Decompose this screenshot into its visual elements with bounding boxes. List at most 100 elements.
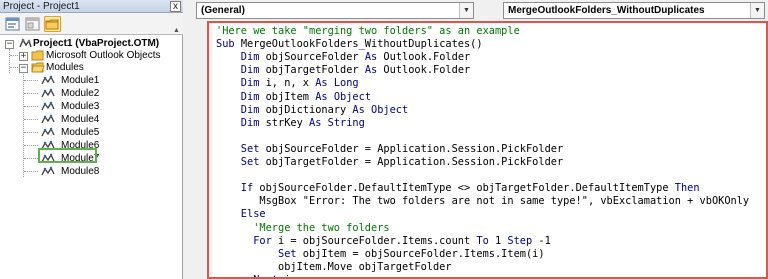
code-line[interactable]: Dim objSourceFolder As Outlook.Folder [216,51,470,64]
code-text: objSourceFolder = Application.Session.Pi… [265,142,564,155]
project-explorer-title: Project - Project1 [3,1,80,12]
code-gutter [209,23,213,277]
project-explorer-titlebar: Project - Project1 x [0,0,183,13]
tree-item-project[interactable]: − Project1 (VbaProject.OTM) [0,38,183,50]
module-label: Module8 [61,166,100,177]
code-comment: 'Merge the two folders [216,221,390,234]
code-line[interactable]: 'Merge the two folders [216,221,390,235]
code-text: 1 [495,234,508,247]
code-text: Outlook.Folder [383,51,471,64]
view-code-button[interactable] [4,16,21,32]
chevron-down-icon[interactable]: ▼ [750,3,764,18]
code-line[interactable]: 'Here we take "merging two folders" as a… [216,25,520,38]
code-keyword: As String [309,116,365,129]
code-text: objItem [265,90,316,103]
code-line[interactable]: Set objTargetFolder = Application.Sessio… [216,156,563,169]
code-line[interactable]: Dim i, n, x As Long [216,77,359,90]
combo-separator [480,2,496,19]
tree-item-outlook-objects[interactable]: + Microsoft Outlook Objects [0,50,183,62]
code-line[interactable]: Dim objItem As Object [216,91,371,104]
code-keyword: Set [216,156,266,168]
code-text: MsgBox "Error: The two folders are not i… [216,195,750,208]
code-line[interactable]: If objSourceFolder.DefaultItemType <> ob… [216,182,700,195]
code-keyword: Then [674,182,700,195]
code-text: objSourceFolder.DefaultItemType <> objTa… [259,182,675,195]
code-text: objTargetFolder = Application.Session.Pi… [265,156,564,168]
tree-item-module[interactable]: Module5 [0,127,183,139]
object-dropdown-value: (General) [201,5,245,16]
code-line[interactable]: Dim objDictionary As Object [216,104,408,117]
code-line[interactable]: For i = objSourceFolder.Items.count To 1… [216,235,551,248]
code-text: objItem = objSourceFolder.Items.Item(i) [302,247,545,260]
code-keyword: For [216,234,278,247]
module-label: Module1 [61,75,100,86]
module-label: Module4 [61,114,100,125]
code-line[interactable]: Dim strKey As String [216,117,365,130]
code-keyword: Set [216,247,303,260]
module-highlight-box [38,148,97,163]
object-dropdown[interactable]: (General) ▼ [196,2,474,19]
code-line[interactable]: Dim objTargetFolder As Outlook.Folder [216,64,470,77]
code-keyword: Set [216,142,266,155]
code-text: objItem.Move objTargetFolder [216,260,452,273]
code-keyword: Next [216,274,284,277]
module-label: Module2 [61,88,100,99]
tree-item-module[interactable]: Module3 [0,101,183,113]
code-keyword: Step [507,234,539,247]
tree-item-modules[interactable]: − Modules [0,62,183,74]
module-icon [41,101,55,111]
code-line[interactable]: Set objItem = objSourceFolder.Items.Item… [216,248,545,261]
module-icon [41,127,55,137]
code-text: i = objSourceFolder.Items.count [278,234,477,247]
code-window: (General) ▼ MergeOutlookFolders_WithoutD… [184,0,768,279]
code-line[interactable]: Else [216,208,266,221]
project-label: Project1 (VbaProject.OTM) [33,38,160,49]
code-keyword: Dim [216,64,266,77]
outlook-objects-label: Microsoft Outlook Objects [46,50,161,61]
modules-label: Modules [46,62,84,73]
procedure-dropdown-value: MergeOutlookFolders_WithoutDuplicates [508,5,705,16]
module-icon [41,166,55,176]
code-editor[interactable]: 'Here we take "merging two folders" as a… [207,21,768,279]
expand-icon[interactable]: + [19,52,28,61]
code-keyword: To [476,234,495,247]
view-code-icon [5,17,20,31]
code-line[interactable]: objItem.Move objTargetFolder [216,261,452,274]
folder-icon [45,19,59,30]
code-keyword: Dim [216,90,266,103]
code-keyword: As Object [315,90,372,103]
tree-item-module[interactable]: Module1 [0,75,183,87]
code-text: objDictionary [265,103,353,116]
view-object-icon [25,17,40,31]
procedure-dropdown[interactable]: MergeOutlookFolders_WithoutDuplicates ▼ [503,2,765,19]
code-text: Outlook.Folder [383,64,471,77]
tree-item-module[interactable]: Module8 [0,166,183,178]
collapse-icon[interactable]: − [5,40,14,49]
code-text: MergeOutlookFolders_WithoutDuplicates() [240,38,483,51]
code-keyword: Sub [216,38,241,51]
collapse-icon[interactable]: − [19,64,28,73]
scroll-up-icon[interactable]: ▲ [172,27,181,35]
tree-item-module[interactable]: Module2 [0,88,183,100]
toggle-folders-button[interactable] [44,16,61,32]
code-keyword: As [364,64,384,77]
project-explorer-toolbar: ▲ [0,13,183,35]
code-line[interactable]: Sub MergeOutlookFolders_WithoutDuplicate… [216,38,483,51]
code-line[interactable]: Set objSourceFolder = Application.Sessio… [216,143,563,156]
code-line[interactable]: Next i [216,274,290,277]
code-keyword: As Long [315,77,359,90]
folder-open-icon [31,62,45,73]
code-text: strKey [265,116,310,129]
code-keyword: Dim [216,116,266,129]
code-keyword: If [216,182,260,195]
close-icon[interactable]: x [170,1,181,12]
code-keyword: Else [216,208,266,221]
chevron-down-icon[interactable]: ▼ [459,3,473,18]
code-text: -1 [538,234,551,247]
code-line[interactable]: MsgBox "Error: The two folders are not i… [216,195,749,208]
code-text: i, n, x [265,77,316,90]
tree-item-module[interactable]: Module4 [0,114,183,126]
code-keyword: Dim [216,51,266,64]
code-text: i [284,274,290,277]
view-object-button[interactable] [24,16,41,32]
